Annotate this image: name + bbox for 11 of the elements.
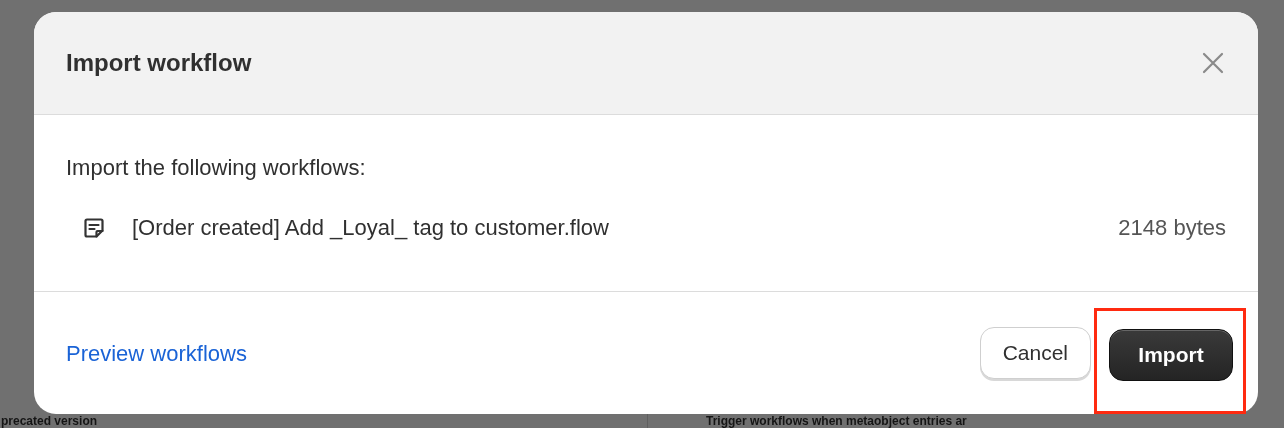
import-button[interactable]: Import	[1109, 329, 1233, 381]
dialog-title: Import workflow	[66, 48, 252, 77]
close-icon	[1201, 50, 1225, 75]
file-size: 2148 bytes	[1118, 214, 1226, 241]
preview-link[interactable]: Preview workflows	[66, 341, 247, 367]
section-heading: precated version	[1, 415, 98, 428]
cancel-button[interactable]: Cancel	[979, 327, 1091, 379]
section-heading: Trigger workflows when metaobject entries ar	[706, 415, 967, 428]
file-name: [Order created] Add _Loyal_ tag to customer.flow	[132, 214, 610, 241]
intro-text: Import the following workflows:	[66, 154, 367, 181]
note-icon	[82, 215, 106, 240]
